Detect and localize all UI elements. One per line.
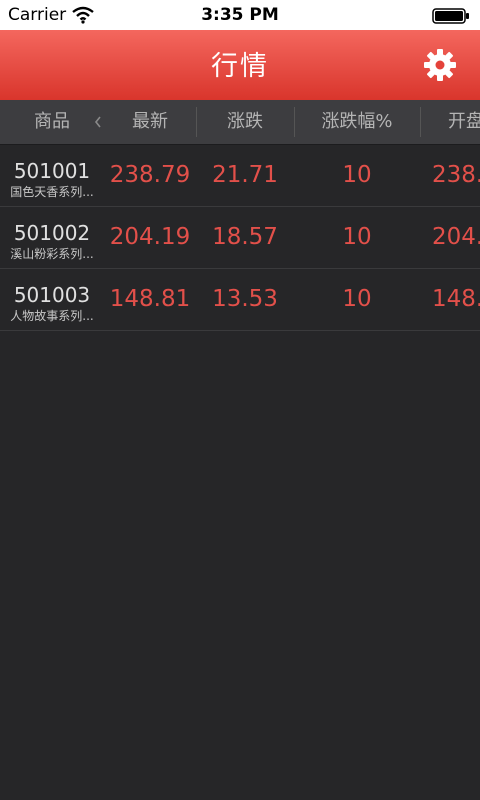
open-price: 238.79 bbox=[432, 162, 480, 188]
navbar: 行情 bbox=[0, 30, 480, 100]
price-change: 13.53 bbox=[212, 286, 278, 312]
latest-price: 148.81 bbox=[109, 286, 191, 312]
price-change: 18.57 bbox=[212, 224, 278, 250]
battery-icon bbox=[432, 8, 469, 24]
status-time: 3:35 PM bbox=[201, 5, 279, 25]
product-code: 501002 bbox=[13, 221, 91, 245]
table-row[interactable]: 501003 人物故事系列... 148.81 13.53 10 148.81 bbox=[0, 269, 480, 331]
status-bar: Carrier 3:35 PM bbox=[0, 0, 480, 30]
column-header-open[interactable]: 开盘 bbox=[420, 100, 480, 144]
column-header-change-pct[interactable]: 涨跌幅% bbox=[294, 100, 420, 144]
product-code: 501003 bbox=[13, 283, 91, 307]
open-price: 204.19 bbox=[432, 224, 480, 250]
product-code: 501001 bbox=[13, 159, 91, 183]
price-change: 21.71 bbox=[212, 162, 278, 188]
price-change-pct: 10 bbox=[342, 162, 372, 188]
price-change-pct: 10 bbox=[342, 224, 372, 250]
column-header-product[interactable]: 商品 bbox=[0, 100, 104, 144]
product-name: 国色天香系列... bbox=[10, 185, 94, 199]
product-name: 溪山粉彩系列... bbox=[10, 247, 94, 261]
latest-price: 238.79 bbox=[109, 162, 191, 188]
quote-list: 501001 国色天香系列... 238.79 21.71 10 238.79 … bbox=[0, 145, 480, 331]
table-row[interactable]: 501001 国色天香系列... 238.79 21.71 10 238.79 bbox=[0, 145, 480, 207]
product-name: 人物故事系列... bbox=[10, 309, 94, 323]
price-change-pct: 10 bbox=[342, 286, 372, 312]
open-price: 148.81 bbox=[432, 286, 480, 312]
latest-price: 204.19 bbox=[109, 224, 191, 250]
column-header-change[interactable]: 涨跌 bbox=[196, 100, 294, 144]
table-header: 商品 最新 涨跌 涨跌幅% 开盘 bbox=[0, 100, 480, 145]
column-header-latest[interactable]: 最新 bbox=[104, 100, 196, 144]
page-title: 行情 bbox=[211, 51, 269, 82]
table-row[interactable]: 501002 溪山粉彩系列... 204.19 18.57 10 204.19 bbox=[0, 207, 480, 269]
chevron-left-icon bbox=[94, 116, 101, 128]
gear-icon[interactable] bbox=[422, 47, 458, 83]
